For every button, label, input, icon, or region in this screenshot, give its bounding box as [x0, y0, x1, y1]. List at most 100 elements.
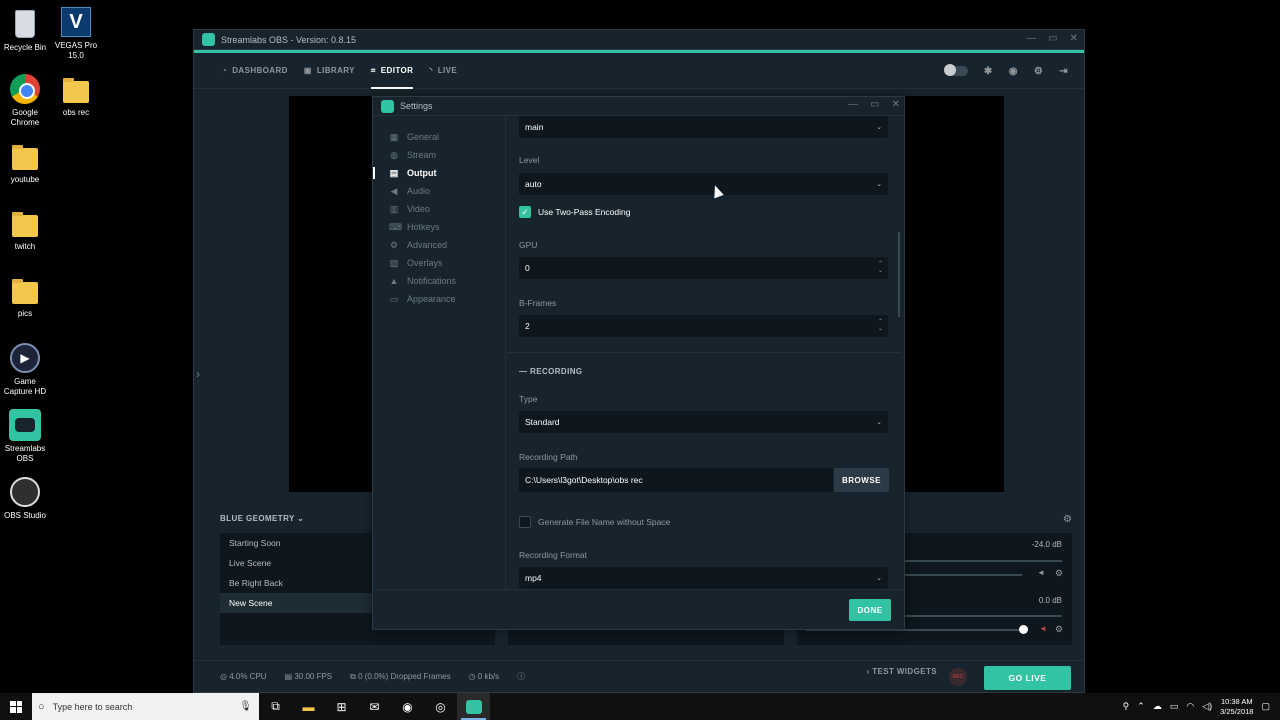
maximize-icon[interactable]: ▭ [870, 99, 879, 110]
gear-icon[interactable]: ⚙ [1034, 66, 1043, 77]
minimize-icon[interactable]: — [848, 99, 858, 110]
mixer-level-1: -24.0 dB [1031, 540, 1062, 549]
test-widgets-button[interactable]: ‹ TEST WIDGETS [867, 667, 938, 676]
bframes-stepper[interactable]: 2 ⌃ ⌄ [519, 315, 888, 337]
desktop-icon-twitch[interactable]: twitch [0, 207, 50, 252]
mixer-gear-icon[interactable]: ⚙ [1063, 514, 1072, 525]
notifications-tray-icon[interactable]: ▢ [1261, 701, 1270, 712]
info-icon[interactable]: ⓘ [517, 671, 525, 682]
close-icon[interactable]: ✕ [1070, 33, 1078, 44]
recording-path-input[interactable]: C:\Users\l3got\Desktop\obs rec [519, 468, 833, 492]
go-live-button[interactable]: GO LIVE [984, 666, 1071, 690]
two-pass-checkbox[interactable]: ✓ [519, 206, 531, 218]
nav-dashboard[interactable]: ◔ DASHBOARD [222, 53, 288, 89]
speaker-muted-icon[interactable]: ◄ [1039, 624, 1047, 633]
chevron-right-icon[interactable]: › [196, 367, 200, 381]
mail-icon[interactable]: ✉ [358, 693, 391, 720]
store-icon[interactable]: ⊞ [325, 693, 358, 720]
settings-nav-overlays[interactable]: ▨ Overlays [373, 254, 505, 272]
desktop-icon-vegas[interactable]: V VEGAS Pro 15.0 [51, 6, 101, 61]
desktop-icon-streamlabs[interactable]: Streamlabs OBS [0, 409, 50, 464]
settings-content: main ⌄ Level auto ⌄ ✓ Use Two-Pass Encoding… [507, 116, 901, 591]
type-select[interactable]: Standard ⌄ [519, 411, 888, 433]
settings-nav-audio[interactable]: ◀ Audio [373, 182, 505, 200]
settings-nav-general[interactable]: ▦ General [373, 128, 505, 146]
nav-label: DASHBOARD [232, 66, 288, 75]
maximize-icon[interactable]: ▭ [1048, 33, 1057, 44]
desktop-icon-label: VEGAS Pro 15.0 [54, 41, 98, 60]
close-icon[interactable]: ✕ [892, 99, 900, 110]
vegas-pro-icon: V [60, 6, 92, 38]
desktop-icon-label: OBS Studio [4, 511, 46, 520]
settings-nav-label: Video [407, 204, 430, 214]
recording-header: RECORDING [530, 367, 583, 376]
clock[interactable]: 10:38 AM 3/25/2018 [1220, 697, 1253, 717]
chevron-up-icon[interactable]: ⌃ [1137, 701, 1145, 712]
profile-select[interactable]: main ⌄ [519, 116, 888, 138]
streamlabs-taskbar-icon[interactable] [457, 693, 490, 720]
gen-filename-checkbox[interactable] [519, 516, 531, 528]
volume-slider-handle[interactable] [1019, 625, 1028, 634]
done-button[interactable]: DONE [849, 599, 891, 621]
nav-label: LIVE [437, 66, 458, 75]
speaker-icon[interactable]: ◄ [1037, 568, 1045, 577]
general-icon: ▦ [389, 131, 399, 142]
scene-collection-selector[interactable]: BLUE GEOMETRY ⌄ [220, 514, 304, 523]
nav-live[interactable]: ◝ LIVE [429, 53, 457, 89]
settings-nav-video[interactable]: ▥ Video [373, 200, 505, 218]
start-button[interactable] [0, 693, 32, 720]
format-select[interactable]: mp4 ⌄ [519, 567, 888, 589]
network-icon[interactable]: ▭ [1170, 701, 1179, 712]
desktop-icon-chrome[interactable]: Google Chrome [0, 73, 50, 128]
task-view-icon[interactable]: ⧉ [259, 693, 292, 720]
nav-editor[interactable]: ⌗ EDITOR [370, 53, 414, 89]
bframes-label: B-Frames [519, 298, 557, 308]
stepper-arrows-icon[interactable]: ⌃ ⌄ [878, 261, 883, 275]
recycle-bin-icon [9, 8, 41, 40]
mixer-gear-icon[interactable]: ⚙ [1055, 568, 1063, 579]
mixer-volume-slider-1[interactable] [904, 574, 1022, 576]
stepper-arrows-icon[interactable]: ⌃ ⌄ [878, 319, 883, 333]
settings-scrollbar[interactable] [898, 232, 900, 317]
desktop-icon-obs-rec[interactable]: obs rec [51, 73, 101, 118]
desktop-icon-youtube[interactable]: youtube [0, 140, 50, 185]
settings-nav-notifications[interactable]: ▲ Notifications [373, 272, 505, 290]
gen-filename-checkbox-row[interactable]: Generate File Name without Space [519, 516, 670, 528]
mixer-level-2: 0.0 dB [1038, 596, 1062, 605]
desktop-icon-game-capture[interactable]: ▶ Game Capture HD [0, 342, 50, 397]
night-mode-toggle[interactable] [943, 64, 968, 76]
cloud-icon[interactable]: ☁ [1153, 701, 1162, 712]
taskbar-search[interactable]: ○ Type here to search 🎙 [32, 693, 259, 720]
settings-nav-hotkeys[interactable]: ⌨ Hotkeys [373, 218, 505, 236]
level-select[interactable]: auto ⌄ [519, 173, 888, 195]
settings-nav-advanced[interactable]: ⚙ Advanced [373, 236, 505, 254]
file-explorer-icon[interactable]: ▬ [292, 693, 325, 720]
desktop-icon-label: Game Capture HD [3, 377, 47, 396]
recording-section-toggle[interactable]: — RECORDING [519, 367, 583, 376]
gpu-stepper[interactable]: 0 ⌃ ⌄ [519, 257, 888, 279]
chrome-taskbar-icon[interactable]: ◉ [391, 693, 424, 720]
settings-nav-output[interactable]: ▤ Output [373, 164, 505, 182]
two-pass-checkbox-row[interactable]: ✓ Use Two-Pass Encoding [519, 206, 630, 218]
logout-icon[interactable]: ⇥ [1059, 66, 1068, 77]
desktop-icon-obs-studio[interactable]: OBS Studio [0, 476, 50, 521]
mixer-gear-icon[interactable]: ⚙ [1055, 624, 1063, 635]
hotkeys-icon: ⌨ [389, 221, 402, 232]
browse-button[interactable]: BROWSE [834, 468, 889, 492]
microphone-icon[interactable]: 🎙 [239, 701, 252, 712]
people-icon[interactable]: ⚲ [1123, 701, 1130, 712]
fps-text: 30.00 FPS [294, 672, 333, 681]
minimize-icon[interactable]: — [1026, 33, 1036, 44]
obs-taskbar-icon[interactable]: ◎ [424, 693, 457, 720]
record-button[interactable]: REC [949, 668, 967, 686]
discord-icon[interactable]: ◉ [1009, 66, 1018, 77]
obs-studio-icon [9, 476, 41, 508]
settings-nav-appearance[interactable]: ▭ Appearance [373, 290, 505, 308]
desktop-icon-recycle-bin[interactable]: Recycle Bin [0, 8, 50, 53]
bug-icon[interactable]: ✱ [984, 66, 993, 77]
wifi-icon[interactable]: ◠ [1186, 701, 1194, 712]
nav-library[interactable]: ▣ LIBRARY [304, 53, 355, 89]
desktop-icon-pics[interactable]: pics [0, 274, 50, 319]
volume-icon[interactable]: ◁) [1202, 701, 1212, 712]
settings-nav-stream[interactable]: ◍ Stream [373, 146, 505, 164]
